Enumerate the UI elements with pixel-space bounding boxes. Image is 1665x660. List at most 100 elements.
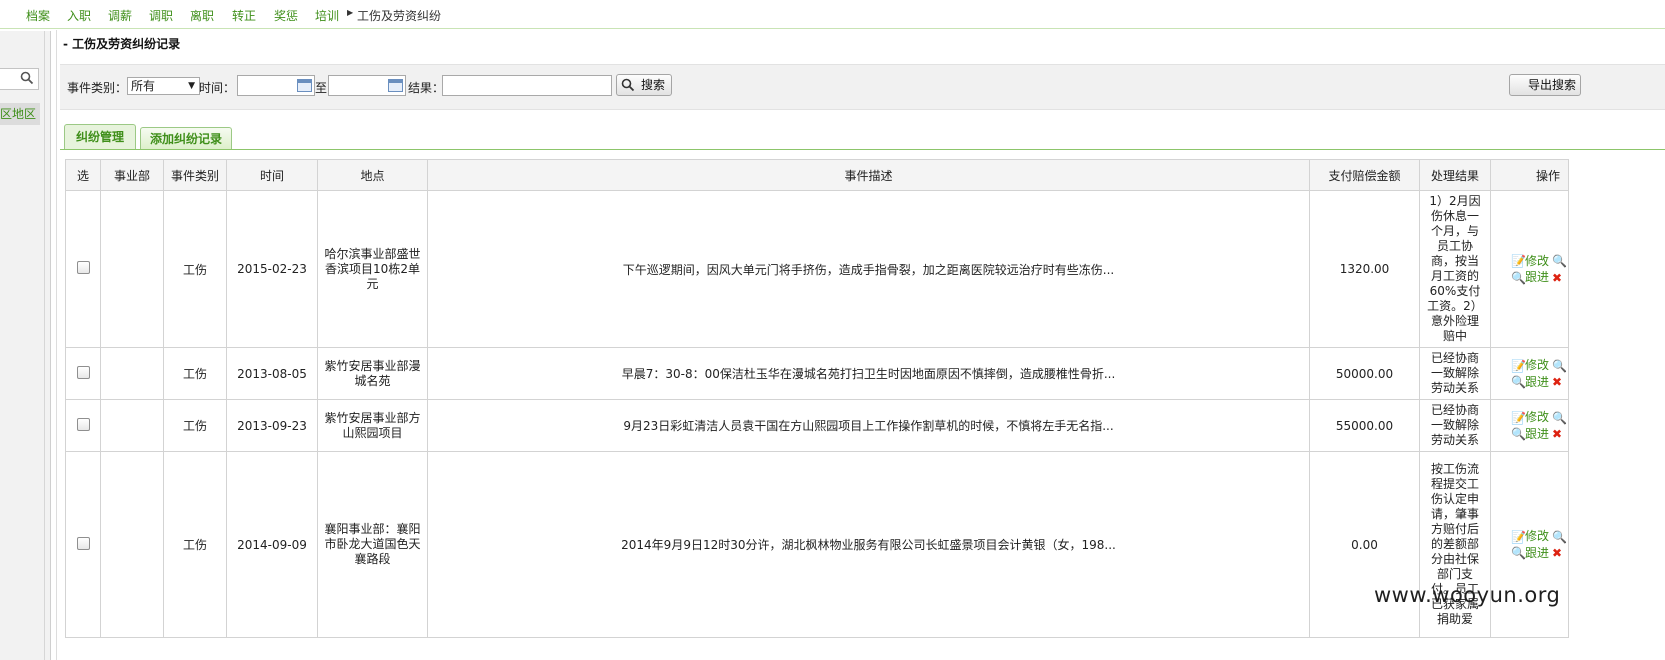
follow-button[interactable]: 🔍跟进 ✖ [1511, 426, 1568, 443]
col-actions: 操作 [1490, 159, 1569, 191]
row-description: 2014年9月9日12时30分许，湖北枫林物业服务有限公司长虹盛景项目会计黄银（… [427, 451, 1310, 638]
row-amount: 50000.00 [1309, 347, 1420, 400]
view-icon[interactable]: 🔍 [1552, 529, 1567, 545]
row-department [100, 190, 164, 348]
row-description: 9月23日彩虹清洁人员袁干国在方山熙园项目上工作操作割草机的时候，不慎将左手无名… [427, 399, 1310, 452]
end-date-input[interactable] [328, 75, 406, 96]
row-date: 2013-08-05 [226, 347, 318, 400]
chevron-down-icon: ▼ [188, 81, 195, 91]
row-checkbox-cell [65, 399, 101, 452]
nav-resignation[interactable]: 离职 [190, 7, 214, 24]
row-department [100, 399, 164, 452]
row-checkbox[interactable] [76, 261, 90, 274]
sidebar-item-region[interactable]: 区地区 [0, 103, 40, 125]
breadcrumb-arrow-icon: ▶ [347, 8, 354, 17]
edit-label: 修改 [1525, 410, 1550, 424]
nav-rewards[interactable]: 奖惩 [274, 7, 298, 24]
tabs-divider [60, 149, 1665, 150]
row-checkbox[interactable] [76, 365, 90, 379]
row-department [100, 451, 164, 638]
follow-button[interactable]: 🔍跟进 ✖ [1511, 374, 1568, 391]
row-category: 工伤 [163, 347, 227, 400]
follow-label: 跟进 [1525, 426, 1550, 441]
edit-button[interactable]: 📝修改 🔍 [1511, 528, 1568, 545]
follow-button[interactable]: 🔍跟进 ✖ [1511, 545, 1568, 562]
search-icon[interactable] [20, 71, 34, 85]
tab-add-record[interactable]: 添加纠纷记录 [140, 127, 232, 150]
edit-label: 修改 [1525, 253, 1550, 268]
magnifier-icon: 🔍 [1511, 546, 1526, 560]
row-actions: 📝修改 🔍 🔍跟进 ✖ [1490, 347, 1569, 400]
edit-button[interactable]: 📝修改 🔍 [1511, 253, 1568, 270]
watermark: www.wooyun.org [1374, 583, 1561, 607]
export-button-label: 导出搜索 [1528, 78, 1577, 92]
row-result: 1）2月因伤休息一个月，与员工协商，按当月工资的60%支付工资。2）意外险理赔中 [1419, 190, 1491, 348]
edit-label: 修改 [1525, 529, 1550, 543]
row-result: 已经协商一致解除劳动关系 [1419, 399, 1491, 452]
follow-label: 跟进 [1525, 270, 1550, 284]
row-actions: 📝修改 🔍 🔍跟进 ✖ [1490, 399, 1569, 452]
col-select: 选 [65, 159, 101, 191]
result-label: 结果： [408, 81, 445, 95]
sidebar-search-input[interactable] [0, 68, 39, 90]
export-button[interactable]: 导出搜索 [1509, 74, 1581, 96]
result-input[interactable] [442, 75, 612, 96]
divider [44, 31, 45, 660]
table-row: 工伤 2013-08-05 紫竹安居事业部漫城名苑 早晨7：30-8：00保洁杜… [65, 347, 1569, 400]
view-icon[interactable]: 🔍 [1552, 358, 1567, 374]
follow-button[interactable]: 🔍跟进 ✖ [1511, 269, 1568, 286]
col-category: 事件类别 [163, 159, 227, 191]
row-location: 紫竹安居事业部漫城名苑 [317, 347, 428, 400]
edit-label: 修改 [1525, 358, 1550, 372]
filter-bar: 事件类别： 所有 ▼ 时间： 至 结果： 搜索 导出搜索 [60, 64, 1665, 110]
edit-button[interactable]: 📝修改 🔍 [1511, 357, 1568, 374]
row-category: 工伤 [163, 399, 227, 452]
row-location: 紫竹安居事业部方山熙园项目 [317, 399, 428, 452]
calendar-icon[interactable] [388, 79, 403, 92]
top-nav: 档案 入职 调薪 调职 离职 转正 奖惩 培训 ▶ 工伤及劳资纠纷 [0, 0, 1665, 29]
row-category: 工伤 [163, 451, 227, 638]
delete-icon[interactable]: ✖ [1552, 426, 1564, 442]
start-date-input[interactable] [237, 75, 315, 96]
delete-icon[interactable]: ✖ [1552, 374, 1564, 390]
delete-icon[interactable]: ✖ [1552, 545, 1564, 561]
view-icon[interactable]: 🔍 [1552, 253, 1567, 269]
search-button-label: 搜索 [641, 78, 666, 92]
col-department: 事业部 [100, 159, 164, 191]
table-row: 工伤 2013-09-23 紫竹安居事业部方山熙园项目 9月23日彩虹清洁人员袁… [65, 399, 1569, 452]
row-checkbox[interactable] [76, 536, 90, 550]
col-result: 处理结果 [1419, 159, 1491, 191]
row-checkbox[interactable] [76, 417, 90, 431]
row-result: 已经协商一致解除劳动关系 [1419, 347, 1491, 400]
nav-transfer[interactable]: 调职 [149, 7, 173, 24]
category-select[interactable]: 所有 ▼ [127, 77, 200, 95]
table-row: 工伤 2015-02-23 哈尔滨事业部盛世香滨项目10栋2单元 下午巡逻期间，… [65, 190, 1569, 348]
nav-salary-adjust[interactable]: 调薪 [108, 7, 132, 24]
edit-icon: 📝 [1511, 254, 1526, 268]
edit-button[interactable]: 📝修改 🔍 [1511, 409, 1568, 426]
nav-training[interactable]: 培训 [315, 7, 339, 24]
delete-icon[interactable]: ✖ [1552, 270, 1564, 286]
nav-archive[interactable]: 档案 [26, 7, 50, 24]
row-actions: 📝修改 🔍 🔍跟进 ✖ [1490, 451, 1569, 638]
search-button[interactable]: 搜索 [616, 74, 672, 96]
row-location: 襄阳事业部：襄阳市卧龙大道国色天襄路段 [317, 451, 428, 638]
to-label: 至 [315, 81, 328, 95]
category-select-value: 所有 [131, 79, 156, 93]
follow-label: 跟进 [1525, 545, 1550, 560]
nav-onboarding[interactable]: 入职 [67, 7, 91, 24]
view-icon[interactable]: 🔍 [1552, 410, 1567, 426]
nav-regularization[interactable]: 转正 [232, 7, 256, 24]
tab-manage[interactable]: 纠纷管理 [64, 124, 136, 150]
edit-icon: 📝 [1511, 529, 1526, 544]
col-amount: 支付赔偿金额 [1309, 159, 1420, 191]
row-actions: 📝修改 🔍 🔍跟进 ✖ [1490, 190, 1569, 348]
row-category: 工伤 [163, 190, 227, 348]
magnifier-icon: 🔍 [1511, 427, 1526, 441]
col-location: 地点 [317, 159, 428, 191]
col-time: 时间 [226, 159, 318, 191]
magnifier-icon: 🔍 [1511, 375, 1526, 389]
calendar-icon[interactable] [297, 79, 312, 92]
row-date: 2015-02-23 [226, 190, 318, 348]
row-description: 下午巡逻期间，因风大单元门将手挤伤，造成手指骨裂，加之距离医院较远治疗时有些冻伤… [427, 190, 1310, 348]
